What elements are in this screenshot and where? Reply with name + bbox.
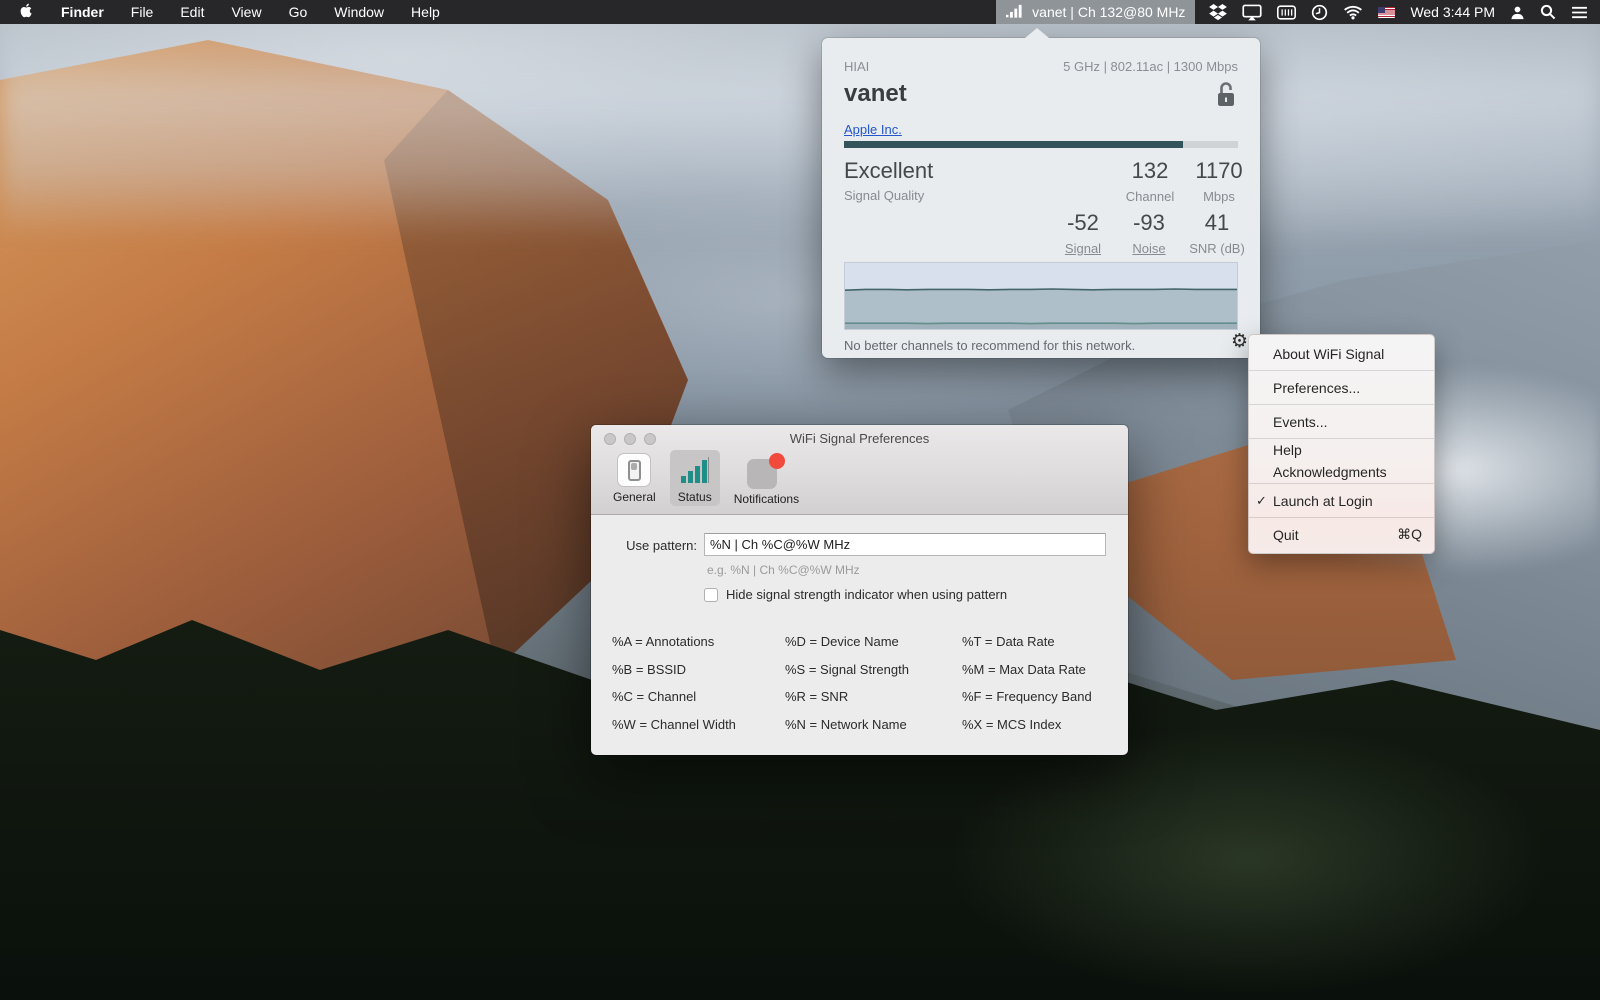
tab-notifications-label: Notifications bbox=[734, 492, 799, 506]
menu-item-go[interactable]: Go bbox=[289, 4, 308, 20]
snr-stat: 41 SNR (dB) bbox=[1174, 210, 1260, 256]
general-switch-icon bbox=[617, 453, 651, 487]
menu-item-quit[interactable]: Quit ⌘Q bbox=[1249, 518, 1434, 551]
menu-item-about-wifi-signal[interactable]: About WiFi Signal bbox=[1249, 337, 1434, 370]
menu-item-label: Events... bbox=[1273, 414, 1327, 430]
settings-context-menu: About WiFi Signal Preferences... Events.… bbox=[1248, 334, 1435, 554]
network-name: vanet bbox=[844, 80, 907, 108]
menu-item-label: Help bbox=[1273, 442, 1302, 458]
time-machine-icon[interactable] bbox=[1311, 4, 1328, 21]
code-item: %D = Device Name bbox=[785, 634, 962, 649]
hide-indicator-label: Hide signal strength indicator when usin… bbox=[726, 587, 1007, 602]
tab-general-label: General bbox=[613, 490, 656, 504]
popover-arrow bbox=[1025, 28, 1049, 38]
tab-status-label: Status bbox=[678, 490, 712, 504]
notification-center-icon[interactable] bbox=[1571, 6, 1588, 19]
code-item: %N = Network Name bbox=[785, 717, 962, 732]
menu-item-preferences[interactable]: Preferences... bbox=[1249, 371, 1434, 404]
hide-indicator-checkbox[interactable] bbox=[704, 588, 718, 602]
lock-icon bbox=[1214, 80, 1238, 112]
spotlight-search-icon[interactable] bbox=[1540, 4, 1556, 20]
pattern-codes-grid: %A = Annotations %B = BSSID %C = Channel… bbox=[612, 628, 1092, 738]
code-item: %B = BSSID bbox=[612, 662, 785, 677]
dropbox-icon[interactable] bbox=[1209, 4, 1227, 21]
tab-general[interactable]: General bbox=[605, 450, 664, 506]
menu-item-help[interactable]: Help bbox=[1249, 439, 1434, 461]
rate-value: 1170 bbox=[1184, 158, 1254, 184]
rate-stat: 1170 Mbps bbox=[1184, 158, 1254, 204]
signal-quality-bar bbox=[844, 141, 1238, 148]
signal-value: -52 bbox=[1048, 210, 1118, 236]
quality-value: Excellent bbox=[844, 158, 933, 184]
pattern-input[interactable] bbox=[704, 533, 1106, 556]
wifi-icon[interactable] bbox=[1343, 4, 1363, 20]
channel-recommendation-note: No better channels to recommend for this… bbox=[844, 338, 1135, 353]
window-title: WiFi Signal Preferences bbox=[591, 431, 1128, 446]
menu-item-label: Quit bbox=[1273, 527, 1299, 543]
notifications-badge-icon bbox=[747, 453, 785, 489]
snr-value: 41 bbox=[1174, 210, 1260, 236]
menu-item-events[interactable]: Events... bbox=[1249, 405, 1434, 438]
menu-item-launch-at-login[interactable]: ✓ Launch at Login bbox=[1249, 484, 1434, 517]
vendor-link[interactable]: Apple Inc. bbox=[844, 122, 902, 137]
connection-info: 5 GHz | 802.11ac | 1300 Mbps bbox=[1063, 59, 1238, 74]
rate-label: Mbps bbox=[1184, 189, 1254, 204]
wifi-signal-popover: HIAI 5 GHz | 802.11ac | 1300 Mbps vanet … bbox=[822, 38, 1260, 358]
menu-item-label: Acknowledgments bbox=[1273, 464, 1387, 480]
signal-stat: -52 Signal bbox=[1048, 210, 1118, 256]
menu-item-file[interactable]: File bbox=[131, 4, 154, 20]
fast-user-switch-icon[interactable] bbox=[1510, 5, 1525, 20]
signal-quality-bar-fill bbox=[844, 141, 1183, 148]
use-pattern-label: Use pattern: bbox=[607, 538, 697, 553]
channel-stat: 132 Channel bbox=[1115, 158, 1185, 204]
menu-item-window[interactable]: Window bbox=[334, 4, 384, 20]
code-item: %M = Max Data Rate bbox=[962, 662, 1092, 677]
apple-menu-icon[interactable] bbox=[20, 2, 34, 22]
airplay-display-icon[interactable] bbox=[1242, 4, 1262, 21]
menu-bar: Finder File Edit View Go Window Help van… bbox=[0, 0, 1600, 24]
pattern-example-hint: e.g. %N | Ch %C@%W MHz bbox=[707, 563, 860, 577]
channel-value: 132 bbox=[1115, 158, 1185, 184]
menu-bar-clock[interactable]: Wed 3:44 PM bbox=[1410, 4, 1495, 20]
menu-item-shortcut: ⌘Q bbox=[1397, 526, 1422, 543]
preferences-content: Use pattern: e.g. %N | Ch %C@%W MHz Hide… bbox=[591, 515, 1128, 755]
menu-item-label: Preferences... bbox=[1273, 380, 1360, 396]
signal-history-chart bbox=[844, 262, 1238, 330]
signal-label[interactable]: Signal bbox=[1048, 241, 1118, 256]
menu-item-edit[interactable]: Edit bbox=[180, 4, 204, 20]
code-item: %A = Annotations bbox=[612, 634, 785, 649]
menu-item-label: Launch at Login bbox=[1273, 493, 1373, 509]
menu-item-help[interactable]: Help bbox=[411, 4, 440, 20]
tab-notifications[interactable]: Notifications bbox=[726, 450, 807, 508]
window-titlebar: WiFi Signal Preferences General Status N… bbox=[591, 425, 1128, 515]
code-item: %S = Signal Strength bbox=[785, 662, 962, 677]
settings-gear-icon[interactable]: ⚙ bbox=[1231, 330, 1248, 352]
code-item: %R = SNR bbox=[785, 689, 962, 704]
snr-label: SNR (dB) bbox=[1174, 241, 1260, 256]
code-item: %C = Channel bbox=[612, 689, 785, 704]
menu-item-acknowledgments[interactable]: Acknowledgments bbox=[1249, 461, 1434, 483]
preferences-toolbar: General Status Notifications bbox=[605, 450, 807, 508]
code-item: %T = Data Rate bbox=[962, 634, 1092, 649]
signal-bars-icon bbox=[1006, 4, 1025, 21]
keyboard-icon[interactable] bbox=[1277, 5, 1296, 20]
quality-label: Signal Quality bbox=[844, 188, 924, 203]
code-item: %F = Frequency Band bbox=[962, 689, 1092, 704]
history-chart-svg bbox=[845, 263, 1237, 329]
menu-item-view[interactable]: View bbox=[231, 4, 261, 20]
wifi-signal-status-item[interactable]: vanet | Ch 132@80 MHz bbox=[996, 0, 1195, 24]
wifi-signal-preferences-window: WiFi Signal Preferences General Status N… bbox=[591, 425, 1128, 755]
menu-item-finder[interactable]: Finder bbox=[61, 4, 104, 20]
code-item: %W = Channel Width bbox=[612, 717, 785, 732]
channel-label: Channel bbox=[1115, 189, 1185, 204]
checkmark-icon: ✓ bbox=[1256, 493, 1267, 509]
us-flag-input-source-icon[interactable] bbox=[1378, 7, 1395, 18]
status-item-text: vanet | Ch 132@80 MHz bbox=[1032, 4, 1185, 20]
tab-status[interactable]: Status bbox=[670, 450, 720, 506]
menu-item-label: About WiFi Signal bbox=[1273, 346, 1384, 362]
ap-vendor-label: HIAI bbox=[844, 59, 869, 74]
code-item: %X = MCS Index bbox=[962, 717, 1092, 732]
status-bars-icon bbox=[678, 453, 712, 487]
